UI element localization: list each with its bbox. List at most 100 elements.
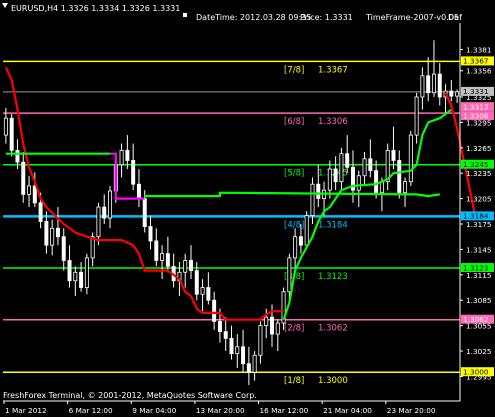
candle-body (61, 236, 66, 261)
datetime-label: DateTime: 2012.03.28 09:35 (196, 13, 311, 22)
price-tag-label: 1.3331 (463, 87, 489, 96)
candle-body (90, 236, 95, 259)
candle-body (397, 160, 402, 194)
candle-body (67, 260, 72, 282)
candle-body (391, 149, 396, 161)
candle-body (206, 287, 211, 301)
murrey-level-fraction: [5/8] (284, 169, 304, 179)
chart-background (0, 0, 495, 417)
price-tag-label: 1.3306 (463, 111, 489, 120)
candle-body (142, 198, 147, 227)
candle-body (275, 322, 280, 335)
header-cut-text: Def (448, 13, 462, 22)
time-tick-label: 1 Mar 2012 (5, 406, 47, 415)
candle-body (148, 226, 153, 242)
candle-body (125, 149, 130, 161)
candle-body (252, 354, 257, 373)
candle-body (84, 257, 89, 288)
candle-body (189, 260, 193, 271)
candle-body (345, 153, 350, 168)
candle-body (55, 227, 60, 238)
time-tick-label: 21 Mar 04:00 (323, 406, 372, 415)
candle-body (131, 160, 136, 185)
price-tick-label: 1.3381 (466, 46, 492, 55)
terminal-copyright: FreshForex Terminal, © 2001-2012, MetaQu… (3, 391, 257, 400)
price-tick-label: 1.3175 (466, 220, 492, 229)
price-tag-label: 1.3313 (463, 102, 489, 111)
candle-body (246, 363, 251, 373)
price-tick-label: 1.3025 (466, 347, 492, 356)
candle-body (333, 168, 338, 183)
price-chart[interactable]: [7/8] 1.3367[6/8] 1.3306[5/8] 1.3245[4/8] 1.… (0, 0, 495, 417)
candle-body (165, 253, 170, 267)
candle-body (327, 168, 332, 191)
price-tick-label: 1.3235 (466, 169, 492, 178)
candle-body (403, 181, 408, 194)
candle-body (9, 117, 14, 151)
candle-body (374, 170, 379, 194)
candle-body (339, 153, 344, 183)
candle-body (408, 134, 413, 183)
candle-body (414, 96, 419, 136)
candle-body (287, 257, 292, 293)
time-tick-label: 23 Mar 20:00 (387, 406, 436, 415)
candle-body (304, 215, 309, 246)
candle-body (316, 183, 321, 200)
candle-body (183, 260, 188, 273)
candle-body (455, 91, 460, 97)
chart-window: [7/8] 1.3367 [6/8] 1.3306 [5/8] 1.3245 [4/8] 1.… (0, 0, 495, 417)
candle-body (449, 90, 454, 97)
candle-body (79, 271, 84, 288)
time-tick-label: 13 Mar 20:00 (196, 406, 245, 415)
candle-body (3, 117, 8, 136)
time-tick-label: 9 Mar 04:00 (132, 406, 176, 415)
candle-body (235, 346, 240, 354)
price-tick-label: 1.3085 (466, 296, 492, 305)
murrey-level-fraction: [2/8] (284, 324, 304, 334)
murrey-level-value: 1.3062 (318, 324, 348, 334)
candle-body (241, 346, 246, 365)
candle-body (200, 287, 205, 295)
candle-body (21, 161, 26, 195)
murrey-level-value: 1.3367 (318, 65, 348, 75)
candle-body (356, 175, 361, 191)
candle-body (362, 158, 367, 177)
price-tag-label: 1.3245 (463, 160, 489, 169)
candle-body (264, 316, 269, 327)
candle-body (73, 271, 78, 282)
time-tick-label: 6 Mar 12:00 (69, 406, 113, 415)
price-tag-label: 1.3184 (463, 212, 489, 221)
murrey-level-fraction: [1/8] (284, 376, 304, 386)
candle-body (217, 320, 222, 332)
candle-body (194, 270, 199, 295)
price-label: Price: 1.3331 (300, 13, 353, 22)
price-tag-label: 1.3000 (463, 368, 489, 377)
candle-body (437, 73, 442, 98)
candle-body (102, 206, 107, 219)
candle-body (50, 227, 55, 246)
time-tick-label: 16 Mar 12:00 (260, 406, 309, 415)
price-tick-label: 1.3356 (466, 67, 492, 76)
candle-body (27, 185, 32, 195)
candle-body (15, 149, 20, 163)
murrey-level-fraction: [7/8] (284, 65, 304, 75)
murrey-level-value: 1.3000 (318, 376, 348, 386)
symbol-ohlc-label: EURUSD,H4 1.3326 1.3334 1.3326 1.3331 (11, 4, 180, 13)
price-tick-label: 1.3145 (466, 245, 492, 254)
candle-body (38, 202, 43, 222)
price-tag-label: 1.3123 (463, 263, 489, 272)
candle-body (270, 316, 274, 335)
price-tick-label: 1.3205 (466, 195, 492, 204)
candle-body (212, 299, 217, 322)
candle-body (154, 240, 159, 261)
candle-body (96, 206, 101, 238)
murrey-level-value: 1.3123 (318, 272, 348, 282)
murrey-level-value: 1.3306 (318, 117, 348, 127)
candle-body (44, 221, 49, 246)
candle-body (420, 75, 425, 98)
candle-body (310, 183, 315, 216)
candle-body (119, 149, 124, 166)
murrey-level-fraction: [6/8] (284, 117, 304, 127)
candle-body (136, 183, 141, 200)
candle-body (223, 331, 228, 339)
